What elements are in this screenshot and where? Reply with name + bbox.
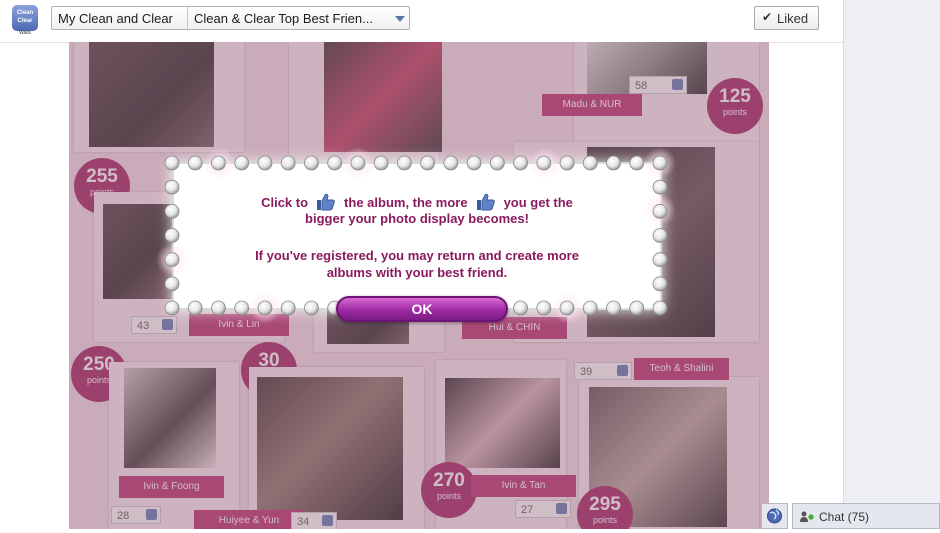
ok-button[interactable]: OK — [336, 296, 508, 322]
popup-line-4: albums with your best friend. — [326, 265, 508, 280]
selector-divider — [187, 7, 188, 29]
chat-button[interactable]: Chat (75) — [792, 503, 940, 529]
thumbs-up-icon — [317, 193, 335, 211]
instruction-popup — [172, 162, 662, 310]
liked-label: Liked — [777, 11, 809, 26]
tab-name-dropdown[interactable]: Clean & Clear Top Best Frien... — [194, 11, 373, 26]
page-name-link[interactable]: My Clean and Clear — [58, 11, 173, 26]
thumbs-up-icon — [476, 193, 495, 211]
popup-line-1: Click to the album, the more you get the — [261, 193, 573, 211]
page-logo[interactable]: Clean Clear — [12, 5, 38, 31]
page-logo-caption: Walls — [19, 30, 32, 36]
popup-line-2: bigger your photo display becomes! — [305, 211, 529, 226]
liked-button[interactable]: ✔ Liked — [754, 6, 819, 30]
popup-line-3: If you've registered, you may return and… — [255, 248, 579, 263]
notifications-button[interactable] — [761, 503, 788, 529]
online-friends-icon — [800, 511, 814, 522]
right-sidebar — [843, 0, 940, 529]
page-tab-selector[interactable]: My Clean and Clear Clean & Clear Top Bes… — [51, 6, 410, 30]
page-header: Clean Clear Walls My Clean and Clear Cle… — [0, 0, 843, 43]
globe-icon — [767, 508, 782, 524]
chat-label: Chat (75) — [819, 510, 870, 524]
chevron-down-icon[interactable] — [395, 16, 405, 22]
check-icon: ✔ — [762, 10, 773, 24]
